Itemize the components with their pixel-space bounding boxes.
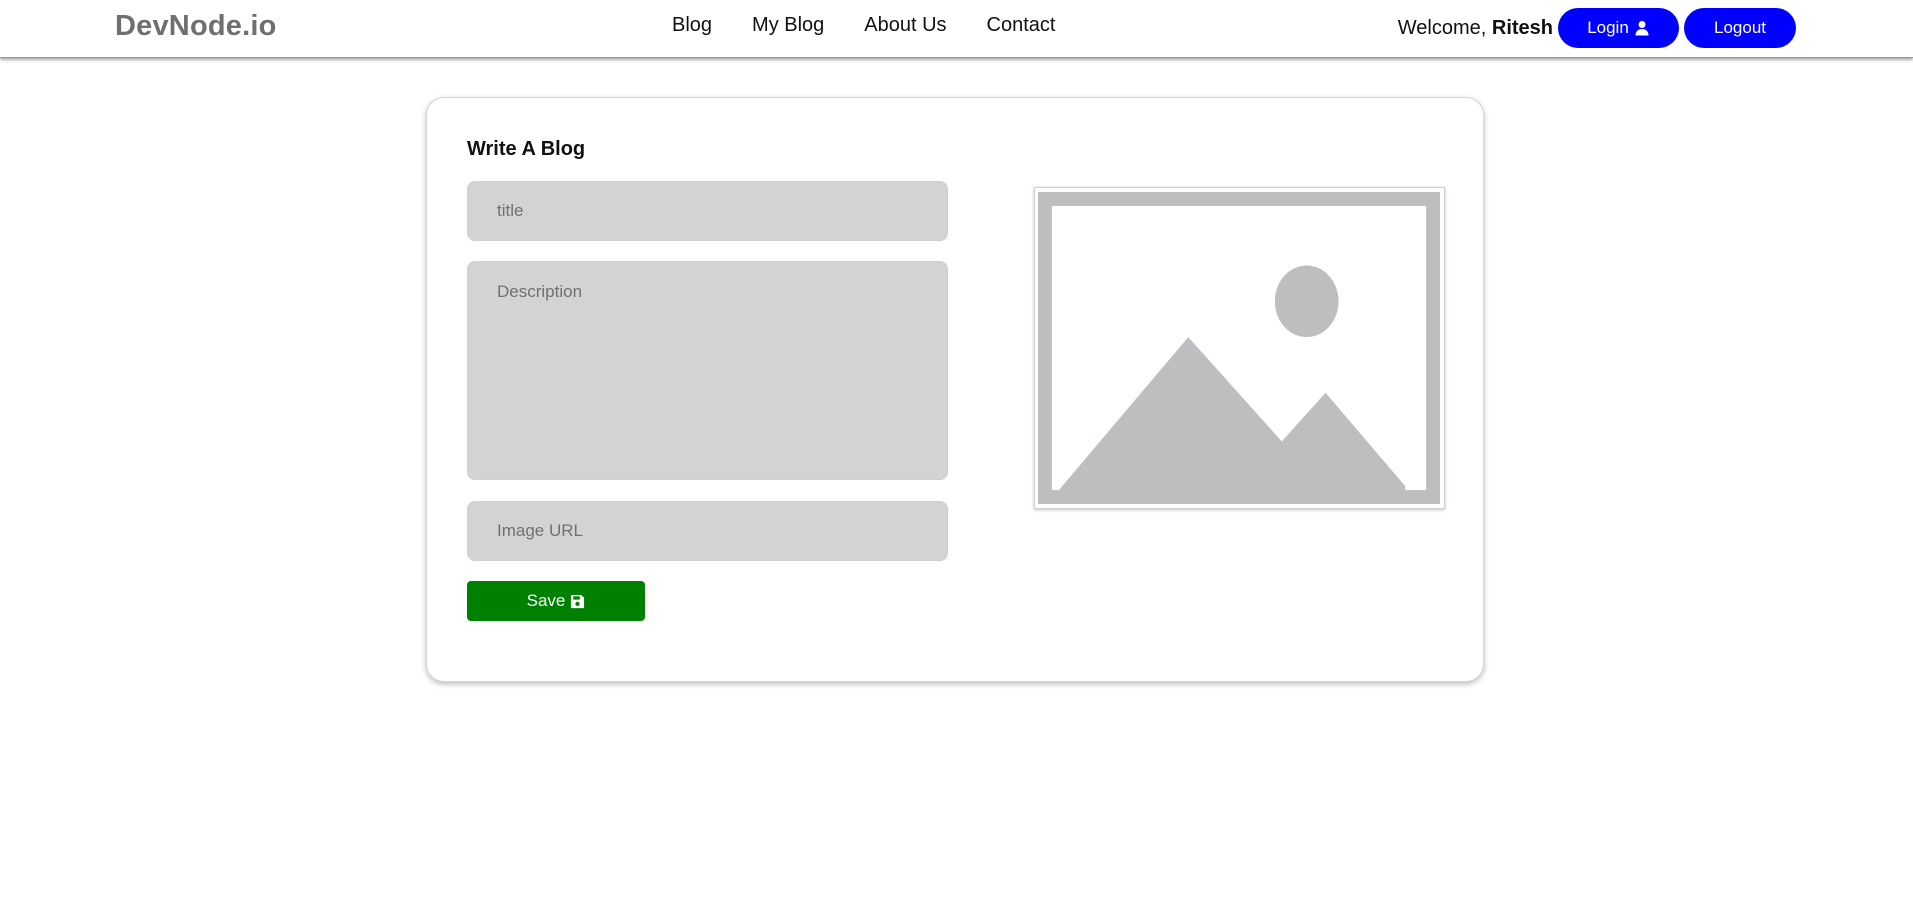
image-preview — [1034, 187, 1445, 509]
welcome-text: Welcome, Ritesh — [1398, 17, 1553, 40]
nav-link-my-blog[interactable]: My Blog — [752, 14, 824, 37]
floppy-disk-icon — [570, 594, 585, 609]
welcome-username: Ritesh — [1491, 16, 1553, 39]
save-label: Save — [526, 591, 566, 610]
page-title: Write A Blog — [467, 138, 586, 160]
image-url-input[interactable] — [467, 501, 948, 561]
nav-link-contact[interactable]: Contact — [987, 14, 1056, 37]
user-icon — [1634, 20, 1650, 36]
description-textarea[interactable] — [467, 261, 948, 480]
image-placeholder-icon — [1037, 191, 1441, 505]
welcome-prefix: Welcome, — [1397, 16, 1487, 39]
title-input[interactable] — [467, 181, 948, 241]
user-area: Welcome, Ritesh Login Logout — [1398, 8, 1796, 48]
save-button[interactable]: Save — [467, 581, 645, 621]
login-label: Login — [1587, 18, 1629, 37]
logout-button[interactable]: Logout — [1684, 8, 1796, 48]
brand-logo[interactable]: DevNode.io — [115, 10, 277, 43]
main-nav: Blog My Blog About Us Contact — [672, 14, 1055, 37]
nav-link-about-us[interactable]: About Us — [864, 14, 946, 37]
navbar: DevNode.io Blog My Blog About Us Contact… — [0, 0, 1913, 58]
nav-link-blog[interactable]: Blog — [672, 14, 712, 37]
login-button[interactable]: Login — [1558, 8, 1679, 48]
logout-label: Logout — [1714, 18, 1766, 37]
write-blog-card: Write A Blog Save — [426, 97, 1484, 682]
